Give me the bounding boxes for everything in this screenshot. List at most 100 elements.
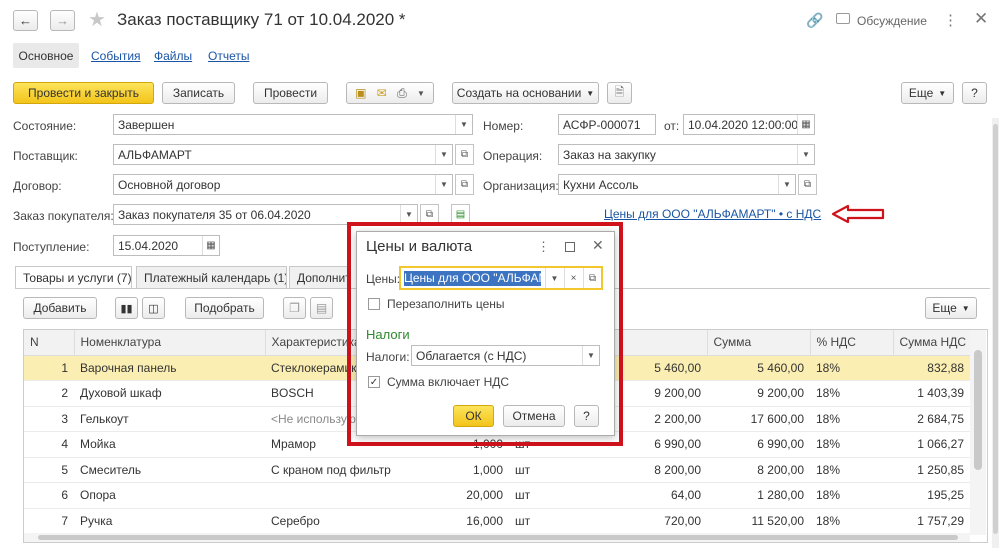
item-sum: 6 990,00 [707, 431, 810, 458]
help-button[interactable]: ? [962, 82, 987, 104]
tab-reports[interactable]: Отчеты [208, 49, 249, 63]
row-number: 4 [24, 431, 74, 458]
table-more-button[interactable]: Еще ▼ [925, 297, 977, 319]
open-icon[interactable]: ⧉ [583, 268, 601, 288]
receipt-field[interactable]: 15.04.2020 ▦ [113, 235, 220, 256]
scroll-thumb[interactable] [38, 535, 958, 540]
item-sum: 17 600,00 [707, 406, 810, 432]
chevron-down-icon[interactable]: ▼ [797, 145, 814, 164]
date-field[interactable]: 10.04.2020 12:00:00 ▦ [683, 114, 815, 135]
link-icon[interactable]: 🔗 [806, 12, 823, 29]
item-quantity: 1,000 [395, 457, 509, 483]
table-horizontal-scrollbar[interactable] [24, 533, 970, 542]
organization-label: Организация: [483, 179, 559, 193]
tab-main[interactable]: Основное [13, 43, 79, 68]
scroll-thumb[interactable] [993, 124, 998, 534]
number-label: Номер: [483, 119, 524, 133]
column-header[interactable]: N [24, 330, 75, 356]
post-and-close-button[interactable]: Провести и закрыть [13, 82, 154, 104]
add-button[interactable]: Добавить [23, 297, 97, 319]
chevron-down-icon[interactable]: ▼ [545, 268, 563, 288]
chevron-down-icon[interactable]: ▼ [455, 115, 472, 134]
item-quantity: 20,000 [395, 482, 509, 509]
column-header[interactable]: Номенклатура [74, 330, 266, 356]
barcode-icon[interactable]: ▮▮ [115, 297, 138, 319]
open-icon[interactable]: ⧉ [455, 144, 474, 165]
pick-button[interactable]: Подобрать [185, 297, 264, 319]
discussion-icon[interactable] [836, 13, 850, 24]
number-value: АСФР-000071 [563, 117, 641, 132]
create-based-on-button[interactable]: Создать на основании ▼ [452, 82, 599, 104]
prices-link[interactable]: Цены для ООО "АЛЬФАМАРТ" • с НДС [604, 207, 821, 221]
save-button[interactable]: Записать [162, 82, 235, 104]
open-icon[interactable]: ⧉ [798, 174, 817, 195]
scroll-thumb[interactable] [974, 350, 982, 470]
document-icon-button[interactable]: 🗎 [607, 82, 632, 104]
date-value: 10.04.2020 12:00:00 [688, 117, 799, 132]
scanner-icon[interactable]: ◫ [142, 297, 165, 319]
vat-included-checkbox[interactable]: ✓ [368, 376, 380, 388]
more-button[interactable]: Еще ▼ [901, 82, 954, 104]
back-button[interactable]: ← [13, 10, 38, 31]
open-icon[interactable]: ⧉ [455, 174, 474, 195]
contract-label: Договор: [13, 179, 62, 193]
chevron-down-icon[interactable]: ▼ [435, 175, 452, 194]
row-number: 2 [24, 380, 74, 407]
column-header[interactable]: Сумма [707, 330, 811, 356]
table-row[interactable]: 6 Опора 20,000 шт 64,00 1 280,00 18% 195… [24, 482, 970, 509]
column-header[interactable]: Сумма НДС [893, 330, 971, 356]
chevron-down-icon[interactable]: ▼ [778, 175, 795, 194]
item-vat-rate: 18% [810, 457, 893, 483]
state-field[interactable]: Завершен ▼ [113, 114, 473, 135]
post-button[interactable]: Провести [253, 82, 328, 104]
tab-goods[interactable]: Товары и услуги (7) [15, 266, 132, 289]
more-vert-icon[interactable]: ⋮ [537, 239, 550, 255]
page-vertical-scrollbar[interactable] [992, 118, 999, 548]
item-characteristic: С краном под фильтр [265, 457, 395, 483]
printer-icon[interactable]: ⎙ [397, 86, 407, 101]
taxes-field[interactable]: Облагается (с НДС) ▼ [411, 345, 600, 366]
refill-prices-checkbox[interactable] [368, 298, 380, 310]
contract-field[interactable]: Основной договор ▼ [113, 174, 453, 195]
chevron-down-icon[interactable]: ▼ [582, 346, 599, 365]
help-button[interactable]: ? [574, 405, 599, 427]
ok-button[interactable]: ОК [453, 405, 494, 427]
cancel-button[interactable]: Отмена [503, 405, 565, 427]
copy-icon[interactable]: ❐ [283, 297, 306, 319]
item-vat-sum: 832,88 [893, 355, 970, 381]
forward-button[interactable]: → [50, 10, 75, 31]
supplier-field[interactable]: АЛЬФАМАРТ ▼ [113, 144, 453, 165]
paste-icon[interactable]: ▤ [310, 297, 333, 319]
table-vertical-scrollbar[interactable] [970, 330, 986, 535]
item-price: 720,00 [549, 508, 707, 534]
item-sum: 11 520,00 [707, 508, 810, 534]
chevron-down-icon[interactable]: ▼ [435, 145, 452, 164]
tab-payment-calendar[interactable]: Платежный календарь (1) [136, 266, 287, 288]
column-header[interactable]: % НДС [810, 330, 894, 356]
operation-field[interactable]: Заказ на закупку ▼ [558, 144, 815, 165]
more-vert-icon[interactable]: ⋮ [943, 11, 958, 29]
favorite-star-icon[interactable]: ★ [88, 7, 106, 32]
tab-events[interactable]: События [91, 49, 141, 63]
envelope-icon[interactable]: ✉ [377, 86, 387, 100]
item-vat-rate: 18% [810, 431, 893, 458]
maximize-icon[interactable] [565, 242, 575, 252]
clear-icon[interactable]: × [564, 268, 582, 288]
close-icon[interactable]: ✕ [592, 237, 604, 254]
calendar-icon[interactable]: ▦ [797, 115, 814, 134]
discussion-link[interactable]: Обсуждение [857, 14, 927, 28]
chevron-down-icon[interactable]: ▼ [417, 89, 425, 98]
tab-files[interactable]: Файлы [154, 49, 192, 63]
customer-order-label: Заказ покупателя: [13, 209, 114, 223]
prices-field[interactable]: Цены для ООО "АЛЬФАМАРТ" ▼ × ⧉ [399, 266, 603, 290]
document-gear-icon[interactable]: ▣ [355, 86, 366, 100]
window-title: Заказ поставщику 71 от 10.04.2020 * [117, 10, 406, 29]
table-row[interactable]: 5 Смеситель С краном под фильтр 1,000 шт… [24, 457, 970, 483]
calendar-icon[interactable]: ▦ [202, 236, 219, 255]
tab-additional[interactable]: Дополнительно [289, 266, 351, 288]
close-icon[interactable]: ✕ [974, 9, 988, 29]
organization-field[interactable]: Кухни Ассоль ▼ [558, 174, 796, 195]
refill-prices-label: Перезаполнить цены [387, 297, 505, 311]
number-field[interactable]: АСФР-000071 [558, 114, 656, 135]
table-row[interactable]: 7 Ручка Серебро 16,000 шт 720,00 11 520,… [24, 508, 970, 534]
